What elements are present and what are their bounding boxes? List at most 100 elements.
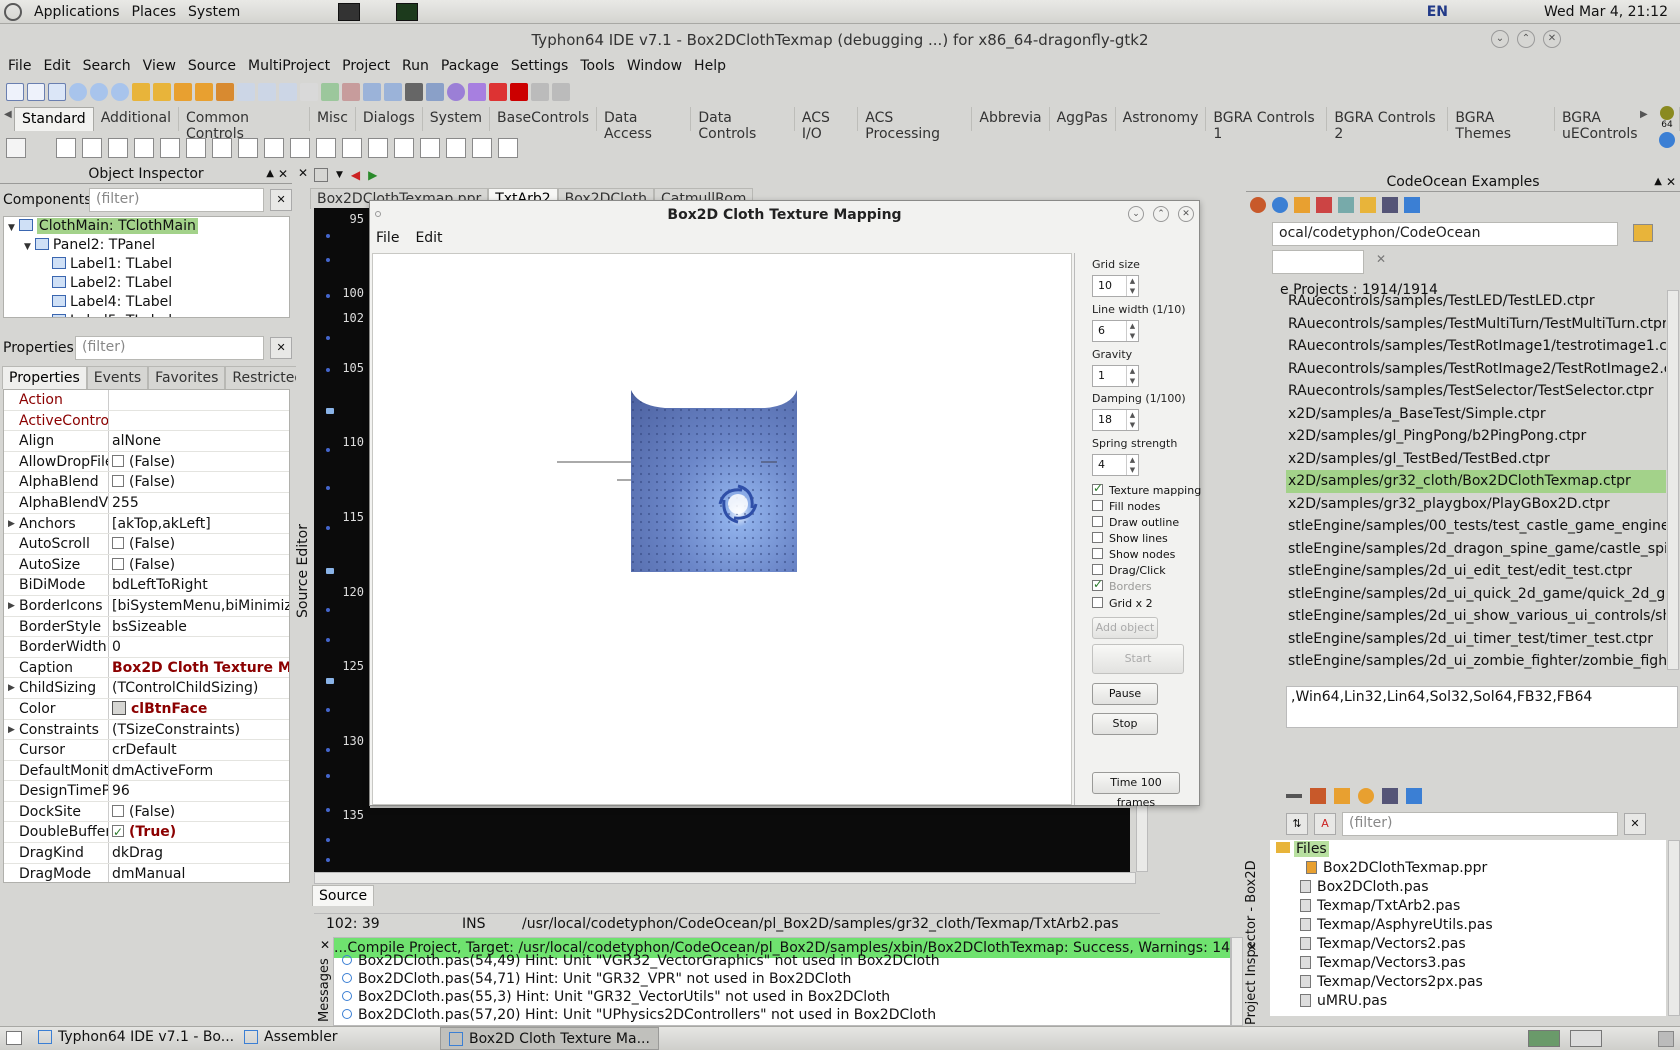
property-row[interactable]: AutoSize (False) [4, 554, 289, 576]
dialog-menu-file[interactable]: File [376, 230, 399, 246]
back-arrow-icon[interactable]: ◀ [351, 168, 360, 182]
project-list-item[interactable]: RAuecontrols/samples/TestMultiTurn/TestM… [1286, 313, 1666, 336]
option-checkbox[interactable]: Show nodes [1092, 548, 1175, 561]
menu-edit[interactable]: Edit [37, 58, 76, 74]
param-spin-edit[interactable]: 6 ▲ ▼ [1092, 320, 1139, 342]
param-spin-edit[interactable]: 1 ▲ ▼ [1092, 365, 1139, 387]
project-list-item[interactable]: RAuecontrols/samples/TestRotImage1/testr… [1286, 335, 1666, 358]
terminal-launcher-icon[interactable] [338, 2, 361, 21]
tscrollbar-icon[interactable] [342, 138, 362, 158]
menu-source[interactable]: Source [182, 58, 242, 74]
project-list-item[interactable]: x2D/samples/a_BaseTest/Simple.ctpr [1286, 403, 1666, 426]
stop-button[interactable]: Stop [1092, 713, 1158, 735]
find-in-files-icon[interactable] [111, 83, 129, 101]
pause-icon[interactable] [489, 83, 507, 101]
line-marker-dot[interactable] [326, 748, 330, 752]
property-value[interactable]: (TSizeConstraints) [109, 720, 289, 740]
palette-tab-bgra-themes[interactable]: BGRA Themes [1448, 107, 1555, 142]
expand-arrow-icon[interactable]: ▶ [8, 514, 15, 534]
property-value[interactable]: dkDrag [109, 843, 289, 863]
workspace-switcher[interactable] [1528, 1030, 1560, 1047]
line-marker-dot[interactable] [326, 838, 330, 842]
line-marker-dot[interactable] [326, 774, 330, 778]
project-list-item[interactable]: RAuecontrols/samples/TestRotImage2/TestR… [1286, 358, 1666, 381]
system-logo-icon[interactable] [4, 2, 22, 21]
line-marker-dot[interactable] [326, 294, 330, 298]
tcheckgroup-icon[interactable] [420, 138, 440, 158]
option-checkbox[interactable]: Fill nodes [1092, 500, 1160, 513]
sort-alpha-icon[interactable]: A [1314, 813, 1336, 835]
time-100-frames-button[interactable]: Time 100 frames [1092, 772, 1180, 809]
option-checkbox[interactable]: Draw outline [1092, 516, 1179, 529]
settings-icon[interactable] [1358, 788, 1374, 804]
property-row[interactable]: ▶ Constraints (TSizeConstraints) [4, 719, 289, 741]
property-row[interactable]: DoubleBuffere (True) [4, 822, 289, 844]
property-value[interactable]: clBtnFace [109, 699, 289, 719]
properties-filter-input[interactable]: (filter) [75, 336, 265, 360]
property-value[interactable]: Box2D Cloth Texture Ma [109, 658, 289, 678]
tab-source[interactable]: Source [312, 885, 375, 906]
project-list-item[interactable]: stleEngine/samples/2d_ui_quick_2d_game/q… [1286, 583, 1666, 606]
stop-icon[interactable] [510, 83, 528, 101]
view-forms-icon[interactable] [258, 83, 276, 101]
platforms-field[interactable]: ,Win64,Lin32,Lin64,Sol32,Sol64,FB32,FB64 [1286, 686, 1678, 728]
property-value[interactable]: [akTop,akLeft] [109, 514, 289, 534]
clear-filter-icon[interactable]: ✕ [270, 189, 292, 211]
maximize-dialog-button[interactable]: ⌃ [1153, 206, 1169, 222]
open-project-icon[interactable] [1294, 197, 1310, 213]
find-icon[interactable] [1382, 788, 1398, 804]
menu-help[interactable]: Help [688, 58, 732, 74]
checkbox-box[interactable] [1092, 597, 1103, 608]
menu-view[interactable]: View [137, 58, 182, 74]
tcombobox-icon[interactable] [316, 138, 336, 158]
project-file-item[interactable]: uMRU.pas [1270, 992, 1666, 1011]
project-options-icon[interactable] [300, 83, 318, 101]
checkbox-box[interactable] [1092, 532, 1103, 543]
menu-multiproject[interactable]: MultiProject [242, 58, 336, 74]
taskbar-item-cloth-demo[interactable]: Box2D Cloth Texture Ma... [440, 1027, 659, 1050]
property-value[interactable]: bdLeftToRight [109, 575, 289, 595]
tpanel-icon[interactable] [446, 138, 466, 158]
folder-icon[interactable] [1360, 197, 1376, 213]
arrow-down-icon[interactable] [1659, 132, 1675, 148]
palette-tab-system[interactable]: System [423, 107, 491, 131]
options-icon[interactable] [1334, 788, 1350, 804]
property-row[interactable]: ▶ Anchors [akTop,akLeft] [4, 513, 289, 535]
menu-file[interactable]: File [0, 58, 37, 74]
step-into-icon[interactable] [552, 83, 570, 101]
checkbox-box[interactable] [1092, 500, 1103, 511]
tree-node[interactable]: ▼ ClothMain: TClothMain [8, 217, 289, 236]
cloth-simulation-canvas[interactable] [372, 253, 1072, 805]
spin-arrows-icon[interactable]: ▲ ▼ [1126, 321, 1138, 341]
property-row[interactable]: DefaultMonito dmActiveForm [4, 760, 289, 782]
property-value[interactable]: dmManual [109, 864, 289, 882]
property-value[interactable]: bsSizeable [109, 617, 289, 637]
palette-tab-bgra-controls-1[interactable]: BGRA Controls 1 [1206, 107, 1328, 142]
project-file-item[interactable]: Box2DClothTexmap.ppr [1270, 859, 1666, 878]
expand-arrow-icon[interactable]: ▶ [8, 596, 15, 616]
view-units-icon[interactable] [237, 83, 255, 101]
line-marker-dot[interactable] [326, 708, 330, 712]
project-list-item[interactable]: x2D/samples/gl_PingPong/b2PingPong.ctpr [1286, 425, 1666, 448]
expand-arrow-icon[interactable]: ▼ [24, 242, 31, 252]
trash-icon[interactable] [1658, 1031, 1674, 1047]
property-row[interactable]: DockSite (False) [4, 801, 289, 823]
forward-arrow-icon[interactable]: ▶ [368, 168, 377, 182]
property-value[interactable]: (False) [109, 802, 289, 822]
property-value[interactable]: (False) [109, 472, 289, 492]
remove-from-project-icon[interactable] [342, 83, 360, 101]
new-unit-icon[interactable] [6, 83, 24, 101]
pointer-tool-icon[interactable] [6, 138, 26, 158]
menu-package[interactable]: Package [435, 58, 505, 74]
param-spin-edit[interactable]: 10 ▲ ▼ [1092, 275, 1139, 297]
option-checkbox[interactable]: Drag/Click [1092, 564, 1166, 577]
palette-scroll-left-icon[interactable]: ◀ [4, 109, 12, 120]
property-row[interactable]: Align alNone [4, 431, 289, 452]
editor-horizontal-scrollbar[interactable] [314, 872, 1136, 884]
close-icon[interactable]: ✕ [318, 938, 332, 952]
pause-button[interactable]: Pause [1092, 683, 1158, 705]
settings-gear-icon[interactable] [447, 83, 465, 101]
tab-properties[interactable]: Properties [2, 366, 87, 389]
spin-arrows-icon[interactable]: ▲ ▼ [1126, 366, 1138, 386]
save-icon[interactable] [174, 83, 192, 101]
